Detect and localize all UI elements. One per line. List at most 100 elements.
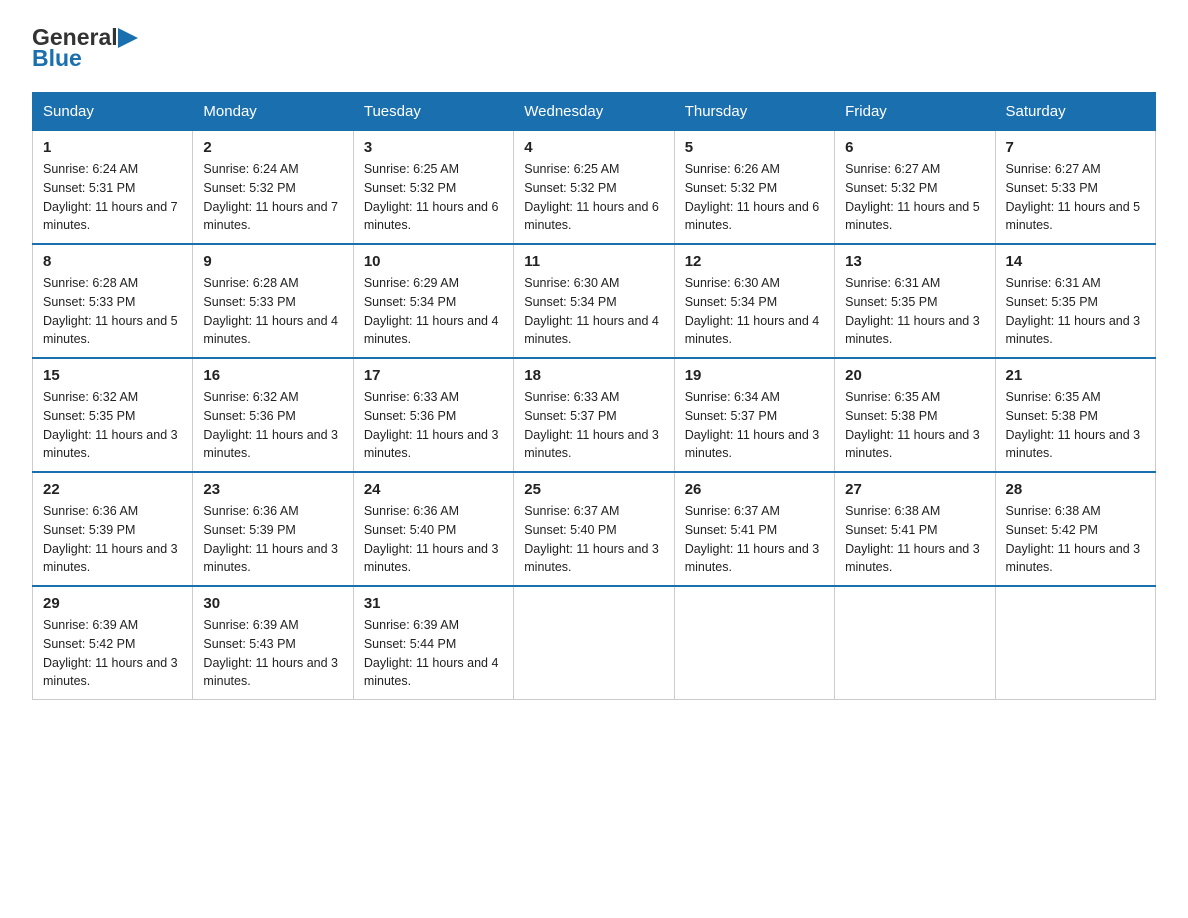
- day-number: 11: [524, 253, 663, 270]
- calendar-cell: 10 Sunrise: 6:29 AMSunset: 5:34 PMDayligh…: [353, 244, 513, 358]
- day-info: Sunrise: 6:35 AMSunset: 5:38 PMDaylight:…: [845, 388, 984, 463]
- day-number: 10: [364, 253, 503, 270]
- week-row-3: 15 Sunrise: 6:32 AMSunset: 5:35 PMDayligh…: [33, 358, 1156, 472]
- calendar-cell: [514, 586, 674, 700]
- day-number: 1: [43, 139, 182, 156]
- day-number: 30: [203, 595, 342, 612]
- day-number: 22: [43, 481, 182, 498]
- calendar-cell: 19 Sunrise: 6:34 AMSunset: 5:37 PMDayligh…: [674, 358, 834, 472]
- day-number: 16: [203, 367, 342, 384]
- day-number: 26: [685, 481, 824, 498]
- day-info: Sunrise: 6:27 AMSunset: 5:33 PMDaylight:…: [1006, 160, 1145, 235]
- day-info: Sunrise: 6:25 AMSunset: 5:32 PMDaylight:…: [524, 160, 663, 235]
- weekday-header-friday: Friday: [835, 93, 995, 131]
- day-number: 31: [364, 595, 503, 612]
- logo-blue-text: Blue: [32, 45, 82, 72]
- logo-arrow-icon: [118, 28, 138, 48]
- day-info: Sunrise: 6:26 AMSunset: 5:32 PMDaylight:…: [685, 160, 824, 235]
- day-number: 2: [203, 139, 342, 156]
- calendar-cell: 30 Sunrise: 6:39 AMSunset: 5:43 PMDayligh…: [193, 586, 353, 700]
- day-number: 27: [845, 481, 984, 498]
- day-info: Sunrise: 6:24 AMSunset: 5:32 PMDaylight:…: [203, 160, 342, 235]
- day-info: Sunrise: 6:28 AMSunset: 5:33 PMDaylight:…: [203, 274, 342, 349]
- day-info: Sunrise: 6:39 AMSunset: 5:43 PMDaylight:…: [203, 616, 342, 691]
- weekday-header-saturday: Saturday: [995, 93, 1155, 131]
- weekday-header-tuesday: Tuesday: [353, 93, 513, 131]
- day-number: 15: [43, 367, 182, 384]
- day-number: 25: [524, 481, 663, 498]
- day-info: Sunrise: 6:28 AMSunset: 5:33 PMDaylight:…: [43, 274, 182, 349]
- day-number: 28: [1006, 481, 1145, 498]
- calendar-cell: 2 Sunrise: 6:24 AMSunset: 5:32 PMDaylight…: [193, 131, 353, 245]
- day-number: 17: [364, 367, 503, 384]
- day-info: Sunrise: 6:33 AMSunset: 5:36 PMDaylight:…: [364, 388, 503, 463]
- calendar-header: SundayMondayTuesdayWednesdayThursdayFrid…: [33, 93, 1156, 131]
- day-info: Sunrise: 6:36 AMSunset: 5:39 PMDaylight:…: [43, 502, 182, 577]
- day-info: Sunrise: 6:32 AMSunset: 5:36 PMDaylight:…: [203, 388, 342, 463]
- week-row-5: 29 Sunrise: 6:39 AMSunset: 5:42 PMDayligh…: [33, 586, 1156, 700]
- day-number: 8: [43, 253, 182, 270]
- calendar-cell: 6 Sunrise: 6:27 AMSunset: 5:32 PMDaylight…: [835, 131, 995, 245]
- weekday-header-thursday: Thursday: [674, 93, 834, 131]
- calendar-cell: 23Sunrise: 6:36 AMSunset: 5:39 PMDayligh…: [193, 472, 353, 586]
- calendar-cell: 9 Sunrise: 6:28 AMSunset: 5:33 PMDaylight…: [193, 244, 353, 358]
- calendar-cell: 27Sunrise: 6:38 AMSunset: 5:41 PMDayligh…: [835, 472, 995, 586]
- logo: General Blue: [32, 24, 138, 72]
- day-info: Sunrise: 6:31 AMSunset: 5:35 PMDaylight:…: [1006, 274, 1145, 349]
- day-number: 21: [1006, 367, 1145, 384]
- day-number: 6: [845, 139, 984, 156]
- day-number: 19: [685, 367, 824, 384]
- day-info: Sunrise: 6:39 AMSunset: 5:42 PMDaylight:…: [43, 616, 182, 691]
- calendar-cell: 1 Sunrise: 6:24 AMSunset: 5:31 PMDaylight…: [33, 131, 193, 245]
- weekday-header-sunday: Sunday: [33, 93, 193, 131]
- week-row-4: 22 Sunrise: 6:36 AMSunset: 5:39 PMDayligh…: [33, 472, 1156, 586]
- calendar-cell: 17 Sunrise: 6:33 AMSunset: 5:36 PMDayligh…: [353, 358, 513, 472]
- day-number: 7: [1006, 139, 1145, 156]
- day-info: Sunrise: 6:31 AMSunset: 5:35 PMDaylight:…: [845, 274, 984, 349]
- calendar-cell: 29 Sunrise: 6:39 AMSunset: 5:42 PMDayligh…: [33, 586, 193, 700]
- day-number: 20: [845, 367, 984, 384]
- calendar-cell: 24Sunrise: 6:36 AMSunset: 5:40 PMDayligh…: [353, 472, 513, 586]
- calendar-cell: 7 Sunrise: 6:27 AMSunset: 5:33 PMDaylight…: [995, 131, 1155, 245]
- day-info: Sunrise: 6:27 AMSunset: 5:32 PMDaylight:…: [845, 160, 984, 235]
- calendar-cell: [835, 586, 995, 700]
- page-header: General Blue: [32, 24, 1156, 72]
- day-info: Sunrise: 6:37 AMSunset: 5:40 PMDaylight:…: [524, 502, 663, 577]
- calendar-cell: 11 Sunrise: 6:30 AMSunset: 5:34 PMDayligh…: [514, 244, 674, 358]
- calendar-cell: 4 Sunrise: 6:25 AMSunset: 5:32 PMDaylight…: [514, 131, 674, 245]
- weekday-header-monday: Monday: [193, 93, 353, 131]
- calendar-cell: 3 Sunrise: 6:25 AMSunset: 5:32 PMDaylight…: [353, 131, 513, 245]
- calendar-body: 1 Sunrise: 6:24 AMSunset: 5:31 PMDaylight…: [33, 131, 1156, 700]
- day-number: 9: [203, 253, 342, 270]
- day-info: Sunrise: 6:32 AMSunset: 5:35 PMDaylight:…: [43, 388, 182, 463]
- weekday-row: SundayMondayTuesdayWednesdayThursdayFrid…: [33, 93, 1156, 131]
- day-info: Sunrise: 6:35 AMSunset: 5:38 PMDaylight:…: [1006, 388, 1145, 463]
- calendar-table: SundayMondayTuesdayWednesdayThursdayFrid…: [32, 92, 1156, 700]
- day-info: Sunrise: 6:29 AMSunset: 5:34 PMDaylight:…: [364, 274, 503, 349]
- calendar-cell: 26Sunrise: 6:37 AMSunset: 5:41 PMDayligh…: [674, 472, 834, 586]
- calendar-cell: 20 Sunrise: 6:35 AMSunset: 5:38 PMDayligh…: [835, 358, 995, 472]
- weekday-header-wednesday: Wednesday: [514, 93, 674, 131]
- calendar-cell: 31 Sunrise: 6:39 AMSunset: 5:44 PMDayligh…: [353, 586, 513, 700]
- day-info: Sunrise: 6:25 AMSunset: 5:32 PMDaylight:…: [364, 160, 503, 235]
- day-number: 5: [685, 139, 824, 156]
- day-info: Sunrise: 6:30 AMSunset: 5:34 PMDaylight:…: [524, 274, 663, 349]
- calendar-cell: 13Sunrise: 6:31 AMSunset: 5:35 PMDayligh…: [835, 244, 995, 358]
- calendar-cell: 12Sunrise: 6:30 AMSunset: 5:34 PMDayligh…: [674, 244, 834, 358]
- week-row-2: 8 Sunrise: 6:28 AMSunset: 5:33 PMDaylight…: [33, 244, 1156, 358]
- calendar-cell: 25 Sunrise: 6:37 AMSunset: 5:40 PMDayligh…: [514, 472, 674, 586]
- day-number: 4: [524, 139, 663, 156]
- calendar-cell: 22 Sunrise: 6:36 AMSunset: 5:39 PMDayligh…: [33, 472, 193, 586]
- calendar-cell: 21 Sunrise: 6:35 AMSunset: 5:38 PMDayligh…: [995, 358, 1155, 472]
- day-info: Sunrise: 6:34 AMSunset: 5:37 PMDaylight:…: [685, 388, 824, 463]
- calendar-cell: 5 Sunrise: 6:26 AMSunset: 5:32 PMDaylight…: [674, 131, 834, 245]
- calendar-cell: 15 Sunrise: 6:32 AMSunset: 5:35 PMDayligh…: [33, 358, 193, 472]
- calendar-cell: [674, 586, 834, 700]
- day-info: Sunrise: 6:36 AMSunset: 5:39 PMDaylight:…: [203, 502, 342, 577]
- day-number: 3: [364, 139, 503, 156]
- day-info: Sunrise: 6:38 AMSunset: 5:42 PMDaylight:…: [1006, 502, 1145, 577]
- day-number: 29: [43, 595, 182, 612]
- day-info: Sunrise: 6:39 AMSunset: 5:44 PMDaylight:…: [364, 616, 503, 691]
- day-info: Sunrise: 6:30 AMSunset: 5:34 PMDaylight:…: [685, 274, 824, 349]
- day-info: Sunrise: 6:24 AMSunset: 5:31 PMDaylight:…: [43, 160, 182, 235]
